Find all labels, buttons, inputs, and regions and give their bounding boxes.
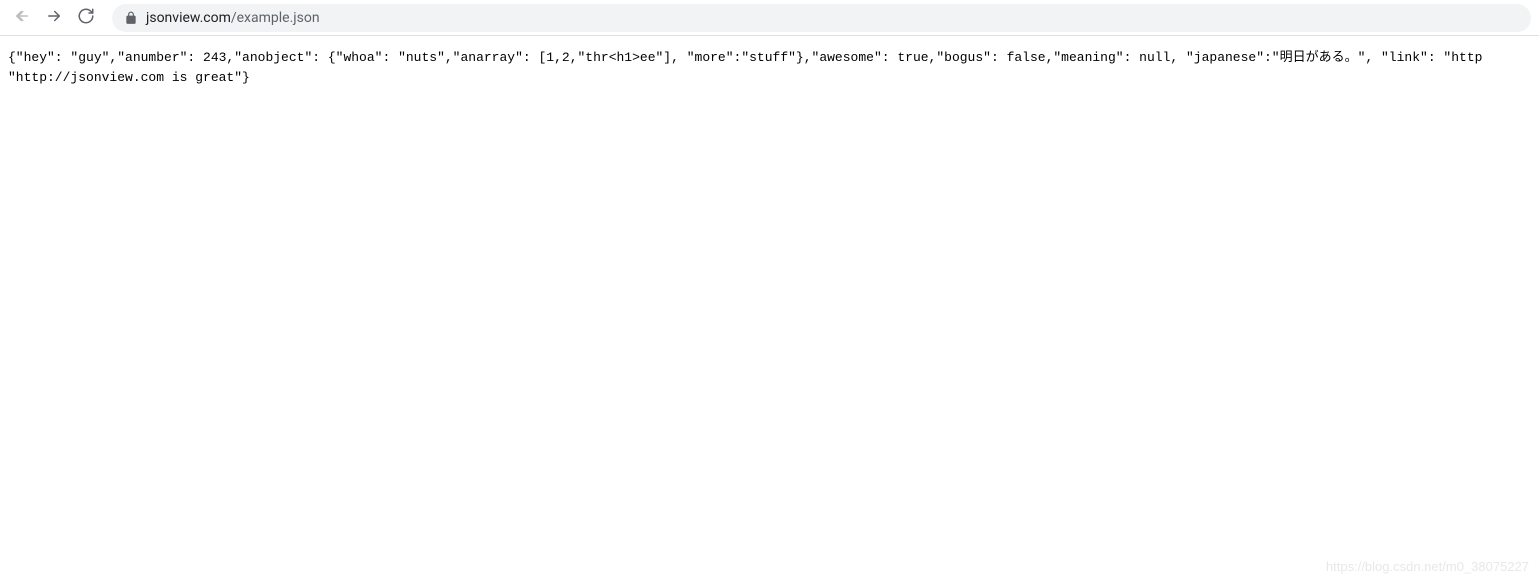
reload-button[interactable] [72,4,100,32]
address-bar[interactable]: jsonview.com/example.json [112,4,1531,32]
page-content: {"hey": "guy","anumber": 243,"anobject":… [0,36,1539,99]
url-path: /example.json [231,10,320,26]
url-text: jsonview.com/example.json [146,10,320,26]
watermark: https://blog.csdn.net/m0_38075227 [1326,559,1529,574]
json-line-1: {"hey": "guy","anumber": 243,"anobject":… [8,50,1482,65]
reload-icon [77,7,95,29]
lock-icon [124,11,138,25]
forward-button[interactable] [40,4,68,32]
arrow-left-icon [13,7,31,29]
back-button[interactable] [8,4,36,32]
url-domain: jsonview.com [146,10,231,26]
arrow-right-icon [45,7,63,29]
browser-toolbar: jsonview.com/example.json [0,0,1539,36]
json-line-2: "http://jsonview.com is great"} [8,70,250,85]
